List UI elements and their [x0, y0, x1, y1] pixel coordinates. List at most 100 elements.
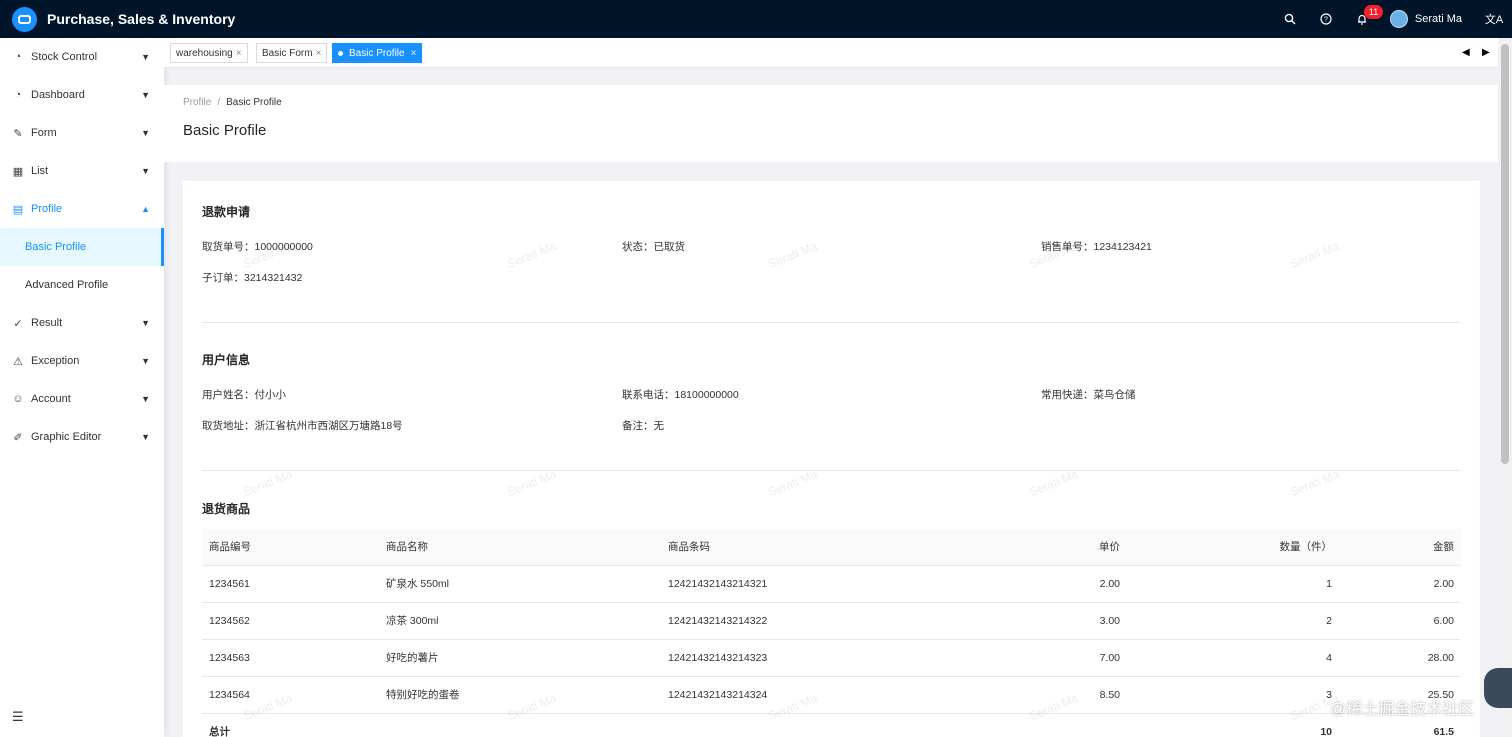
address-field: 取货地址：浙江省杭州市西湖区万塘路18号: [202, 420, 403, 432]
chevron-down-icon: ▼: [141, 432, 150, 442]
breadcrumb: Profile / Basic Profile: [183, 97, 1479, 108]
page-title: Basic Profile: [183, 122, 267, 139]
sidebar-item-list[interactable]: ▦ List ▼: [0, 152, 164, 190]
chevron-down-icon: ▼: [141, 394, 150, 404]
express-field: 常用快递：菜鸟仓储: [1041, 389, 1136, 401]
app-title: Purchase, Sales & Inventory: [47, 11, 236, 27]
sidebar-item-graphic-editor[interactable]: ✐ Graphic Editor ▼: [0, 418, 164, 456]
column-header: 数量（件）: [1127, 529, 1339, 566]
warning-icon: ⚠: [13, 355, 23, 368]
active-dot-icon: [338, 50, 343, 56]
total-label: 总计: [209, 726, 230, 737]
breadcrumb-separator: /: [217, 97, 221, 108]
pickup-number: 取货单号：1000000000: [202, 241, 313, 253]
form-icon: ✎: [13, 127, 23, 140]
table-cell: 好吃的薯片: [379, 639, 661, 677]
tab-basic-form[interactable]: Basic Form ×: [256, 43, 328, 63]
table-cell: 7.00: [1019, 639, 1127, 677]
table-cell: 12421432143214323: [661, 639, 1019, 677]
sidebar-item-label: Dashboard: [31, 89, 85, 101]
translate-icon[interactable]: 文A: [1476, 0, 1512, 38]
sidebar-item-label: Profile: [31, 203, 63, 215]
table-header-row: 商品编号 商品名称 商品条码 单价 数量（件） 金额: [202, 529, 1461, 566]
chevron-down-icon: ▼: [141, 52, 150, 62]
table-cell: 1234562: [202, 602, 379, 640]
close-icon[interactable]: ×: [411, 48, 417, 59]
site-watermark: @稀土掘金技术社区: [1330, 701, 1475, 718]
table-cell: 2: [1127, 602, 1339, 640]
svg-text:?: ?: [1324, 17, 1328, 24]
total-quantity: 10: [1320, 725, 1332, 737]
profile-card: 退款申请 取货单号：1000000000 状态：已取货 销售单号：1234123…: [183, 181, 1480, 737]
table-row: 1234561 矿泉水 550ml 12421432143214321 2.00…: [202, 565, 1461, 603]
table-cell: 1234563: [202, 639, 379, 677]
user-name: Serati Ma: [1414, 13, 1462, 25]
table-cell: 凉茶 300ml: [379, 602, 661, 640]
chevron-up-icon: ▲: [141, 204, 150, 214]
sidebar-item-label: Stock Control: [31, 51, 98, 63]
page-header: Profile / Basic Profile Basic Profile: [164, 85, 1498, 162]
user-menu[interactable]: Serati Ma: [1380, 10, 1476, 28]
divider: [202, 470, 1461, 471]
scrollbar-thumb[interactable]: [1501, 44, 1509, 464]
sidebar-item-label: List: [31, 165, 49, 177]
sidebar-item-result[interactable]: ✓ Result ▼: [0, 304, 164, 342]
menu-fold-icon[interactable]: ☰: [12, 709, 24, 725]
table-cell: 2.00: [1019, 565, 1127, 603]
tab-bar: warehousing × Basic Form × Basic Profile × …: [164, 38, 1512, 68]
sidebar-item-label: Form: [31, 127, 57, 139]
chevron-down-icon: ▼: [141, 356, 150, 366]
table-icon: ▦: [12, 165, 24, 178]
table-cell: 12421432143214322: [661, 602, 1019, 640]
breadcrumb-parent[interactable]: Profile: [183, 97, 211, 108]
tab-warehousing[interactable]: warehousing ×: [170, 43, 248, 63]
column-header: 商品名称: [379, 529, 661, 566]
close-icon[interactable]: ×: [316, 48, 322, 59]
tab-label: Basic Profile: [349, 47, 405, 59]
sidebar-item-stock-control[interactable]: ◔ Stock Control ▼: [0, 38, 164, 76]
close-icon[interactable]: ×: [236, 48, 242, 59]
notification-button[interactable]: 11: [1344, 0, 1384, 38]
table-cell: 6.00: [1339, 602, 1461, 640]
table-cell: 3.00: [1019, 602, 1127, 640]
sales-number: 销售单号：1234123421: [1041, 241, 1152, 253]
breadcrumb-current: Basic Profile: [226, 97, 282, 108]
avatar: [1389, 10, 1408, 28]
sidebar-item-dashboard[interactable]: ◔ Dashboard ▼: [0, 76, 164, 114]
user-name-field: 用户姓名：付小小: [202, 389, 286, 401]
table-cell: 1234561: [202, 565, 379, 603]
user-icon: ☺: [12, 393, 24, 405]
table-cell: 1234564: [202, 676, 379, 714]
sidebar-item-label: Graphic Editor: [31, 431, 102, 443]
profile-icon: ▤: [12, 203, 24, 216]
top-header: Purchase, Sales & Inventory ? 11 Serati …: [0, 0, 1512, 38]
help-icon[interactable]: ?: [1308, 0, 1344, 38]
refund-status: 状态：已取货: [622, 241, 685, 253]
table-cell: [661, 713, 1019, 737]
sidebar-item-form[interactable]: ✎ Form ▼: [0, 114, 164, 152]
table-row: 1234563 好吃的薯片 12421432143214323 7.00 4 2…: [202, 639, 1461, 677]
sidebar-item-account[interactable]: ☺ Account ▼: [0, 380, 164, 418]
highlight-icon: ✐: [13, 431, 23, 444]
table-cell: 1: [1127, 565, 1339, 603]
column-header: 商品编号: [202, 529, 379, 566]
tab-basic-profile[interactable]: Basic Profile ×: [332, 43, 423, 63]
table-cell: 3: [1127, 676, 1339, 714]
caret-left-icon[interactable]: ◀: [1462, 47, 1470, 58]
chevron-down-icon: ▼: [141, 166, 150, 176]
divider: [202, 322, 1461, 323]
sidebar-item-basic-profile[interactable]: Basic Profile: [0, 228, 164, 266]
table-cell: 12421432143214324: [661, 676, 1019, 714]
sidebar-item-profile[interactable]: ▤ Profile ▲: [0, 190, 164, 228]
table-cell: 矿泉水 550ml: [379, 565, 661, 603]
logo[interactable]: Purchase, Sales & Inventory: [0, 6, 236, 32]
sidebar-item-advanced-profile[interactable]: Advanced Profile: [0, 266, 164, 304]
chevron-down-icon: ▼: [141, 90, 150, 100]
sidebar-item-exception[interactable]: ⚠ Exception ▼: [0, 342, 164, 380]
goods-table: 商品编号 商品名称 商品条码 单价 数量（件） 金额 1234561 矿泉水 5…: [202, 529, 1461, 737]
search-icon[interactable]: [1272, 0, 1308, 38]
phone-field: 联系电话：18100000000: [622, 389, 739, 401]
floating-action-button[interactable]: [1484, 668, 1512, 708]
column-header: 商品条码: [661, 529, 1019, 566]
caret-right-icon[interactable]: ▶: [1482, 47, 1490, 58]
